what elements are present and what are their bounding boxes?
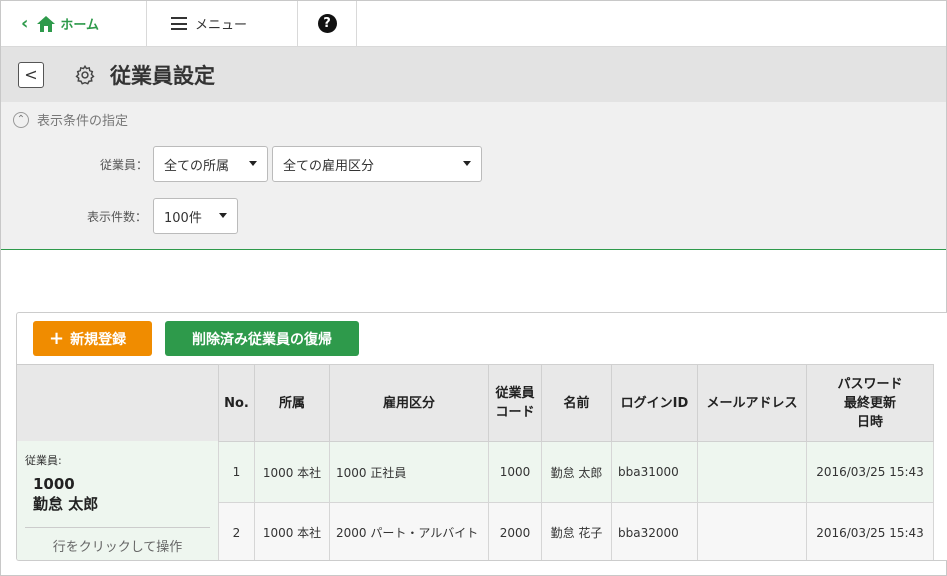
cell-no: 2 xyxy=(218,502,255,560)
page-title: 従業員設定 xyxy=(110,63,215,88)
caret-down-icon xyxy=(249,161,257,166)
col-header-code[interactable]: 従業員 コード xyxy=(488,364,542,442)
cell-emp-type: 1000 正社員 xyxy=(329,441,489,503)
table-row[interactable]: 1 1000 本社 1000 正社員 1000 勤怠 太郎 bba31000 2… xyxy=(218,441,934,503)
employee-table: No. 所属 雇用区分 従業員コード 名前 ログインID メールアドレス パスワ… xyxy=(218,364,934,560)
title-bar: < 従業員設定 xyxy=(1,47,946,102)
col-header-pw-updated[interactable]: パスワード最終更新日時 xyxy=(806,364,934,442)
cell-dept: 1000 本社 xyxy=(254,502,330,560)
col-header-pw-line1: パスワード xyxy=(837,376,903,392)
count-select[interactable]: 100件 xyxy=(153,198,238,234)
restore-deleted-button[interactable]: 削除済み従業員の復帰 xyxy=(165,321,359,356)
employment-type-select[interactable]: 全ての雇用区分 xyxy=(272,146,482,182)
col-header-no[interactable]: No. xyxy=(218,364,255,442)
cell-emp-type: 2000 パート・アルバイト xyxy=(329,502,489,560)
gear-icon xyxy=(75,64,95,85)
menu-label: メニュー xyxy=(195,18,248,33)
selected-employee-label: 従業員: xyxy=(25,454,62,467)
collapse-up-icon: ⌃ xyxy=(13,111,29,128)
home-icon xyxy=(37,15,56,32)
cell-mail xyxy=(697,502,807,560)
hamburger-icon xyxy=(171,17,187,30)
cell-login: bba31000 xyxy=(611,441,698,503)
new-employee-label: 新規登録 xyxy=(70,331,127,348)
cell-dept: 1000 本社 xyxy=(254,441,330,503)
menu-nav-button[interactable]: メニュー xyxy=(147,1,298,46)
col-header-dept[interactable]: 所属 xyxy=(254,364,330,442)
plus-icon: + xyxy=(49,328,65,349)
cell-name: 勤怠 太郎 xyxy=(541,441,612,503)
selected-employee-card: 従業員: 1000 勤怠 太郎 行をクリックして操作 xyxy=(17,441,218,560)
department-select[interactable]: 全ての所属 xyxy=(153,146,268,182)
cell-updated: 2016/03/25 15:43 xyxy=(806,502,934,560)
new-employee-button[interactable]: + 新規登録 xyxy=(33,321,152,356)
cell-mail xyxy=(697,441,807,503)
cell-code: 1000 xyxy=(488,441,542,503)
top-nav: ‹ ホーム メニュー ? xyxy=(1,1,946,47)
col-header-mail[interactable]: メールアドレス xyxy=(697,364,807,442)
selection-column-header xyxy=(17,364,218,441)
employment-type-select-value: 全ての雇用区分 xyxy=(283,158,375,174)
employee-list-panel: + 新規登録 削除済み従業員の復帰 従業員: 1000 勤怠 太郎 行をクリック… xyxy=(16,312,947,561)
selected-employee-name: 勤怠 太郎 xyxy=(33,495,99,513)
help-nav-button[interactable]: ? xyxy=(298,1,357,46)
chevron-left-icon: ‹ xyxy=(21,13,29,34)
home-label: ホーム xyxy=(60,18,100,33)
table-header-row: No. 所属 雇用区分 従業員コード 名前 ログインID メールアドレス パスワ… xyxy=(218,364,934,442)
selection-column: 従業員: 1000 勤怠 太郎 行をクリックして操作 xyxy=(17,364,218,560)
help-icon: ? xyxy=(317,14,337,33)
back-button[interactable]: < xyxy=(18,61,44,88)
caret-down-icon xyxy=(463,161,471,166)
chevron-left-icon: < xyxy=(24,65,38,84)
count-filter-label: 表示件数： xyxy=(87,210,148,224)
filter-toggle[interactable]: ⌃ 表示条件の指定 xyxy=(13,110,128,129)
restore-deleted-label: 削除済み従業員の復帰 xyxy=(192,331,332,348)
cell-name: 勤怠 花子 xyxy=(541,502,612,560)
caret-down-icon xyxy=(219,213,227,218)
cell-updated: 2016/03/25 15:43 xyxy=(806,441,934,503)
count-select-value: 100件 xyxy=(164,210,202,226)
cell-login: bba32000 xyxy=(611,502,698,560)
cell-code: 2000 xyxy=(488,502,542,560)
filter-toggle-label: 表示条件の指定 xyxy=(37,114,129,129)
col-header-code-line2: コード xyxy=(495,405,535,420)
col-header-pw-line2: 最終更新 xyxy=(843,395,896,411)
col-header-name[interactable]: 名前 xyxy=(541,364,612,442)
col-header-code-line1: 従業員 xyxy=(495,386,535,401)
col-header-emp-type[interactable]: 雇用区分 xyxy=(329,364,489,442)
col-header-login[interactable]: ログインID xyxy=(611,364,698,442)
filter-panel: ⌃ 表示条件の指定 従業員： 全ての所属 全ての雇用区分 表示件数： 100件 xyxy=(1,102,946,250)
table-row[interactable]: 2 1000 本社 2000 パート・アルバイト 2000 勤怠 花子 bba3… xyxy=(218,502,934,560)
selected-employee-code: 1000 xyxy=(33,475,75,493)
row-click-hint: 行をクリックして操作 xyxy=(25,527,210,555)
home-nav-button[interactable]: ‹ ホーム xyxy=(1,1,147,46)
cell-no: 1 xyxy=(218,441,255,503)
employee-filter-label: 従業員： xyxy=(100,158,149,172)
department-select-value: 全ての所属 xyxy=(164,158,230,174)
col-header-pw-line3: 日時 xyxy=(856,414,883,430)
